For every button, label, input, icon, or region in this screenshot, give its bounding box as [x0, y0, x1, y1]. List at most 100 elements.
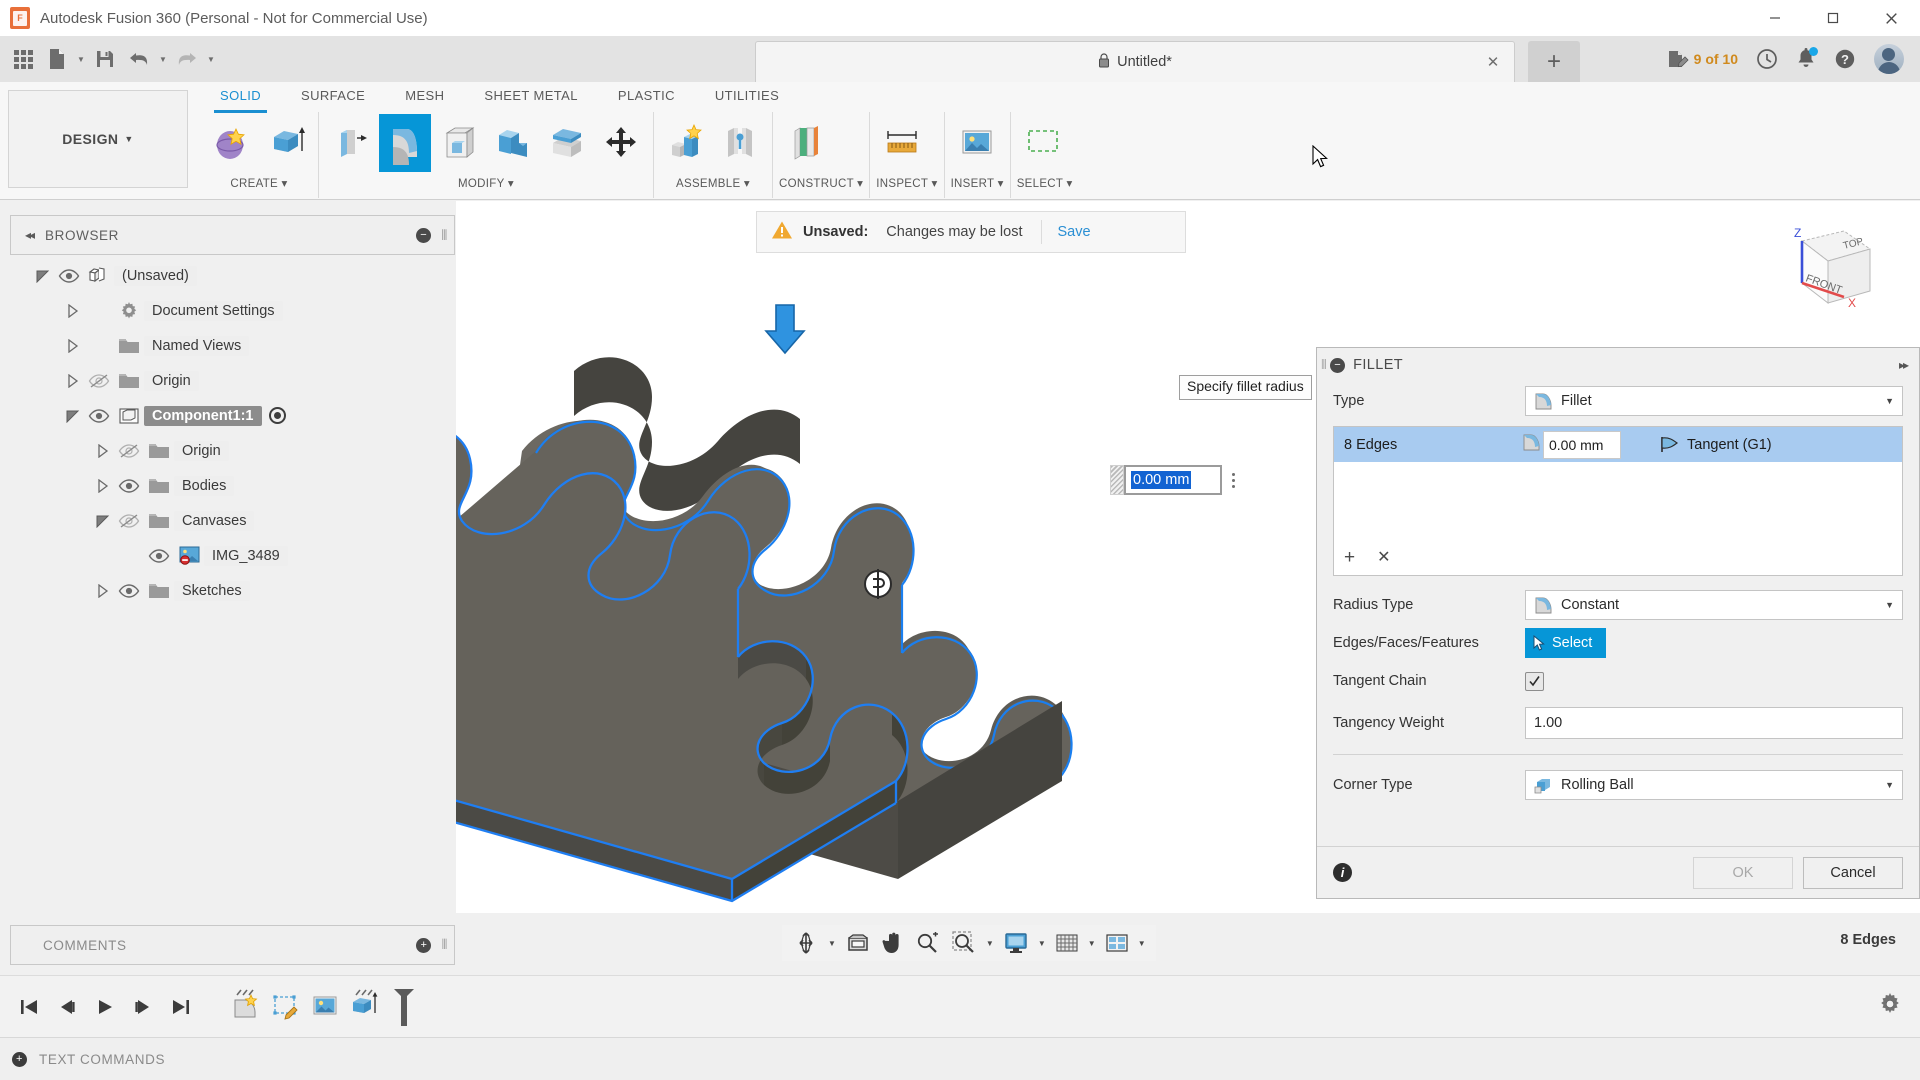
- ribbon-group-create-label[interactable]: CREATE ▾: [206, 174, 312, 196]
- expand-arrow-closed-icon[interactable]: [92, 478, 114, 493]
- maximize-button[interactable]: [1804, 0, 1862, 36]
- new-document-icon[interactable]: [40, 39, 74, 79]
- remove-edge-selection-icon[interactable]: ✕: [1377, 547, 1390, 569]
- tangent-chain-checkbox[interactable]: [1525, 671, 1544, 691]
- timeline-feature-sketch[interactable]: [226, 987, 266, 1027]
- timeline-settings-gear-icon[interactable]: [1878, 992, 1902, 1021]
- expand-arrow-closed-icon[interactable]: [92, 443, 114, 458]
- text-commands-add-icon[interactable]: +: [12, 1051, 27, 1067]
- viewports-icon[interactable]: [1100, 927, 1134, 959]
- expand-arrow-closed-icon[interactable]: [62, 338, 84, 353]
- new-document-chevron-down-icon[interactable]: ▼: [74, 39, 88, 79]
- press-pull-icon[interactable]: [325, 114, 377, 172]
- ribbon-group-construct-label[interactable]: CONSTRUCT ▾: [779, 174, 863, 196]
- tree-item-origin[interactable]: Origin: [10, 433, 455, 468]
- timeline-step-back-button[interactable]: [48, 987, 86, 1027]
- expand-arrow-open-icon[interactable]: [32, 269, 54, 283]
- notifications-icon[interactable]: [1788, 39, 1824, 79]
- new-sketch-icon[interactable]: [206, 114, 258, 172]
- undo-icon[interactable]: [122, 39, 156, 79]
- tab-solid[interactable]: SOLID: [200, 82, 281, 113]
- expand-arrow-open-icon[interactable]: [92, 514, 114, 528]
- tab-plastic[interactable]: PLASTIC: [598, 82, 695, 110]
- ribbon-group-select-label[interactable]: SELECT ▾: [1017, 174, 1073, 196]
- jobs-status[interactable]: 9 of 10: [1659, 39, 1746, 79]
- timeline-step-forward-button[interactable]: [124, 987, 162, 1027]
- ok-button[interactable]: OK: [1693, 856, 1793, 889]
- save-link[interactable]: Save: [1058, 224, 1091, 240]
- fillet-edge-list[interactable]: 8 Edges 0.00 mm Tangent (G1) + ✕: [1333, 426, 1903, 576]
- tree-item-document-settings[interactable]: Document Settings: [10, 293, 455, 328]
- activate-component-radio-icon[interactable]: [268, 407, 286, 424]
- fillet-dialog-title-bar[interactable]: ⦀ − FILLET ▸▸: [1317, 348, 1919, 382]
- visibility-visible-icon[interactable]: [114, 478, 144, 494]
- close-button[interactable]: [1862, 0, 1920, 36]
- visibility-visible-icon[interactable]: [144, 548, 174, 564]
- expand-arrow-closed-icon[interactable]: [62, 303, 84, 318]
- expand-arrow-open-icon[interactable]: [62, 409, 84, 423]
- ribbon-group-assemble-label[interactable]: ASSEMBLE ▾: [660, 174, 766, 196]
- joint-icon[interactable]: [714, 114, 766, 172]
- timeline-marker[interactable]: [390, 985, 418, 1029]
- cancel-button[interactable]: Cancel: [1803, 856, 1903, 889]
- shell-icon[interactable]: [433, 114, 485, 172]
- look-at-icon[interactable]: [840, 927, 876, 959]
- tree-item-unsaved[interactable]: (Unsaved): [10, 258, 455, 293]
- display-settings-chevron-down-icon[interactable]: ▼: [1034, 939, 1050, 948]
- extrude-icon[interactable]: [260, 114, 312, 172]
- select-button[interactable]: Select: [1525, 628, 1607, 658]
- tree-item-bodies[interactable]: Bodies: [10, 468, 455, 503]
- minimize-button[interactable]: [1746, 0, 1804, 36]
- offset-plane-icon[interactable]: [779, 114, 831, 172]
- tree-item-img-3489[interactable]: IMG_3489: [10, 538, 455, 573]
- browser-minimize-icon[interactable]: −: [416, 227, 432, 243]
- move-copy-icon[interactable]: [595, 114, 647, 172]
- add-comment-icon[interactable]: +: [416, 937, 432, 953]
- visibility-visible-icon[interactable]: [84, 408, 114, 424]
- corner-type-dropdown[interactable]: Rolling Ball ▼: [1525, 770, 1903, 800]
- visibility-hidden-icon[interactable]: [114, 513, 144, 529]
- workspace-selector[interactable]: DESIGN ▼: [8, 90, 188, 188]
- visibility-visible-icon[interactable]: [54, 268, 84, 284]
- fillet-radius-handle[interactable]: [860, 566, 896, 602]
- measure-icon[interactable]: [876, 114, 928, 172]
- tree-item-canvases[interactable]: Canvases: [10, 503, 455, 538]
- ribbon-group-insert-label[interactable]: INSERT ▾: [951, 174, 1004, 196]
- timeline-jump-end-button[interactable]: [162, 987, 200, 1027]
- tree-item-named-views[interactable]: Named Views: [10, 328, 455, 363]
- timeline-feature-canvas[interactable]: [306, 987, 346, 1027]
- browser-resize-grip[interactable]: ⦀: [441, 227, 448, 244]
- close-tab-icon[interactable]: ✕: [1484, 53, 1502, 71]
- document-tab[interactable]: Untitled* ✕: [755, 41, 1515, 82]
- recent-activity-icon[interactable]: [1748, 39, 1786, 79]
- add-edge-selection-icon[interactable]: +: [1344, 547, 1355, 569]
- visibility-visible-icon[interactable]: [114, 583, 144, 599]
- radius-type-dropdown[interactable]: Constant ▼: [1525, 590, 1903, 620]
- new-tab-button[interactable]: +: [1528, 41, 1580, 82]
- tab-utilities[interactable]: UTILITIES: [695, 82, 799, 110]
- zoom-icon[interactable]: [910, 927, 946, 959]
- timeline-feature-extrude[interactable]: [346, 987, 386, 1027]
- timeline-feature-canvas-edit[interactable]: [266, 987, 306, 1027]
- dialog-grip-icon[interactable]: ⦀: [1321, 357, 1327, 373]
- undo-chevron-down-icon[interactable]: ▼: [156, 39, 170, 79]
- comments-resize-grip[interactable]: ⦀: [441, 937, 448, 953]
- help-icon[interactable]: ?: [1826, 39, 1864, 79]
- viewports-chevron-down-icon[interactable]: ▼: [1134, 939, 1150, 948]
- display-settings-icon[interactable]: [998, 927, 1034, 959]
- grid-snaps-chevron-down-icon[interactable]: ▼: [1084, 939, 1100, 948]
- collapse-browser-icon[interactable]: ◂◂: [25, 228, 35, 242]
- app-grid-icon[interactable]: [6, 39, 40, 79]
- zoom-window-chevron-down-icon[interactable]: ▼: [982, 939, 998, 948]
- tab-surface[interactable]: SURFACE: [281, 82, 385, 110]
- avatar[interactable]: [1866, 39, 1912, 79]
- redo-icon[interactable]: [170, 39, 204, 79]
- orbit-chevron-down-icon[interactable]: ▼: [824, 939, 840, 948]
- fillet-drag-arrow-handle[interactable]: [756, 301, 816, 361]
- orbit-icon[interactable]: [788, 927, 824, 959]
- offset-face-icon[interactable]: [541, 114, 593, 172]
- combine-icon[interactable]: [487, 114, 539, 172]
- tree-item-sketches[interactable]: Sketches: [10, 573, 455, 608]
- grid-snaps-icon[interactable]: [1050, 927, 1084, 959]
- zoom-window-icon[interactable]: [946, 927, 982, 959]
